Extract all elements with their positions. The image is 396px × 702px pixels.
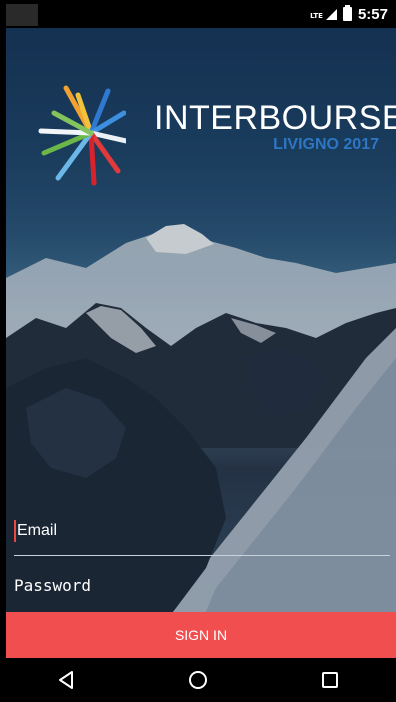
recents-square-icon (322, 672, 338, 688)
signal-icon: LTE (310, 8, 337, 20)
password-field[interactable]: Password (14, 565, 390, 611)
status-notch (6, 4, 38, 26)
email-field[interactable]: Email (14, 510, 390, 556)
recents-button[interactable] (300, 658, 360, 702)
password-placeholder: Password (14, 576, 92, 595)
navigation-bar (0, 658, 396, 702)
mountain-background: INTERBOURSE LIVIGNO 2017 (6, 28, 396, 658)
status-bar: LTE 5:57 (0, 0, 396, 28)
starburst-logo-icon (38, 85, 126, 186)
network-type: LTE (310, 11, 323, 20)
email-placeholder: Email (17, 522, 58, 539)
status-icons: LTE 5:57 (310, 5, 388, 23)
back-triangle-icon (59, 671, 73, 689)
home-circle-icon (189, 671, 207, 689)
brand-text: INTERBOURSE LIVIGNO 2017 (154, 99, 396, 154)
brand-subtitle: LIVIGNO 2017 (273, 136, 379, 153)
brand-name: INTERBOURSE (154, 99, 396, 137)
sign-in-button[interactable]: SIGN IN (6, 612, 396, 658)
battery-icon (342, 5, 352, 21)
text-cursor (14, 520, 16, 542)
phone-screen: LTE 5:57 INTERBOURSE LIVIGNO 2017 Email … (0, 0, 396, 702)
status-time: 5:57 (357, 5, 388, 23)
email-underline (14, 555, 390, 556)
back-button[interactable] (36, 658, 96, 702)
home-button[interactable] (168, 658, 228, 702)
